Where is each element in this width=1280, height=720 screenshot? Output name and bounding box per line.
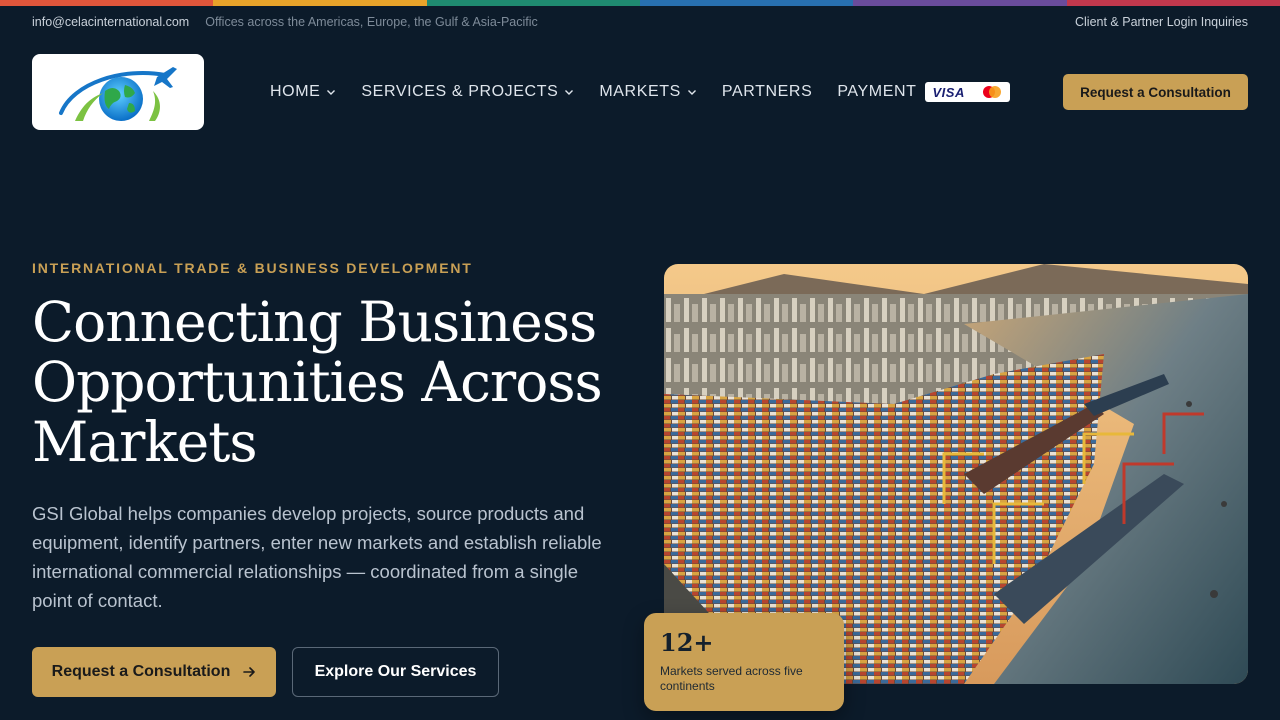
strip-segment	[639, 0, 854, 6]
strip-segment	[426, 0, 640, 6]
strip-segment	[0, 0, 214, 6]
stat-number: 12+	[660, 628, 714, 657]
chevron-down-icon	[565, 90, 574, 95]
chevron-down-icon	[687, 90, 696, 95]
mastercard-icon	[982, 86, 1001, 98]
hero-eyebrow: INTERNATIONAL TRADE & BUSINESS DEVELOPME…	[32, 260, 473, 276]
explore-services-button[interactable]: Explore Our Services	[292, 647, 499, 697]
nav-markets-label: MARKETS	[599, 83, 681, 100]
strip-segment	[853, 0, 1067, 6]
nav-home-label: HOME	[270, 83, 321, 100]
contact-email-link[interactable]: info@celacinternational.com	[32, 15, 189, 29]
nav-partners-label: PARTNERS	[721, 83, 813, 100]
nav-services-projects[interactable]: SERVICES & PROJECTS	[361, 83, 574, 101]
nav-markets[interactable]: MARKETS	[599, 83, 697, 101]
nav-partners[interactable]: PARTNERS	[722, 83, 812, 101]
nav-payment-label: PAYMENT	[837, 83, 917, 100]
globe-airplane-logo-icon	[59, 67, 177, 121]
stat-label: Markets served across five continents	[660, 664, 803, 693]
arrow-right-icon	[243, 667, 256, 677]
markets-stat-card: 12+ Markets served across five continent…	[644, 613, 844, 711]
nav-home[interactable]: HOME	[270, 83, 336, 101]
strip-segment	[1066, 0, 1280, 6]
hero-cta-label: Request a Consultation	[51, 663, 231, 680]
hero-consultation-button[interactable]: Request a Consultation	[32, 647, 276, 697]
strip-segment	[213, 0, 427, 6]
offices-text: Offices across the Americas, Europe, the…	[205, 15, 538, 29]
nav-payment[interactable]: PAYMENT	[837, 83, 916, 101]
chevron-down-icon	[327, 90, 336, 95]
login-inquiries-link[interactable]: Client & Partner Login Inquiries	[1075, 15, 1248, 29]
top-info-bar: info@celacinternational.com Offices acro…	[32, 14, 1248, 30]
payment-cards-badge: VISA	[924, 82, 1010, 102]
nav-services-label: SERVICES & PROJECTS	[361, 83, 559, 100]
top-color-strip	[0, 0, 1280, 6]
hero-title: Connecting Business Opportunities Across…	[32, 290, 603, 474]
hero-description: GSI Global helps companies develop proje…	[32, 503, 602, 611]
site-logo[interactable]	[32, 54, 204, 130]
header-consultation-button[interactable]: Request a Consultation	[1063, 74, 1248, 110]
visa-logo: VISA	[932, 84, 965, 100]
main-navigation: HOME SERVICES & PROJECTS MARKETS PARTNER…	[270, 80, 1010, 104]
